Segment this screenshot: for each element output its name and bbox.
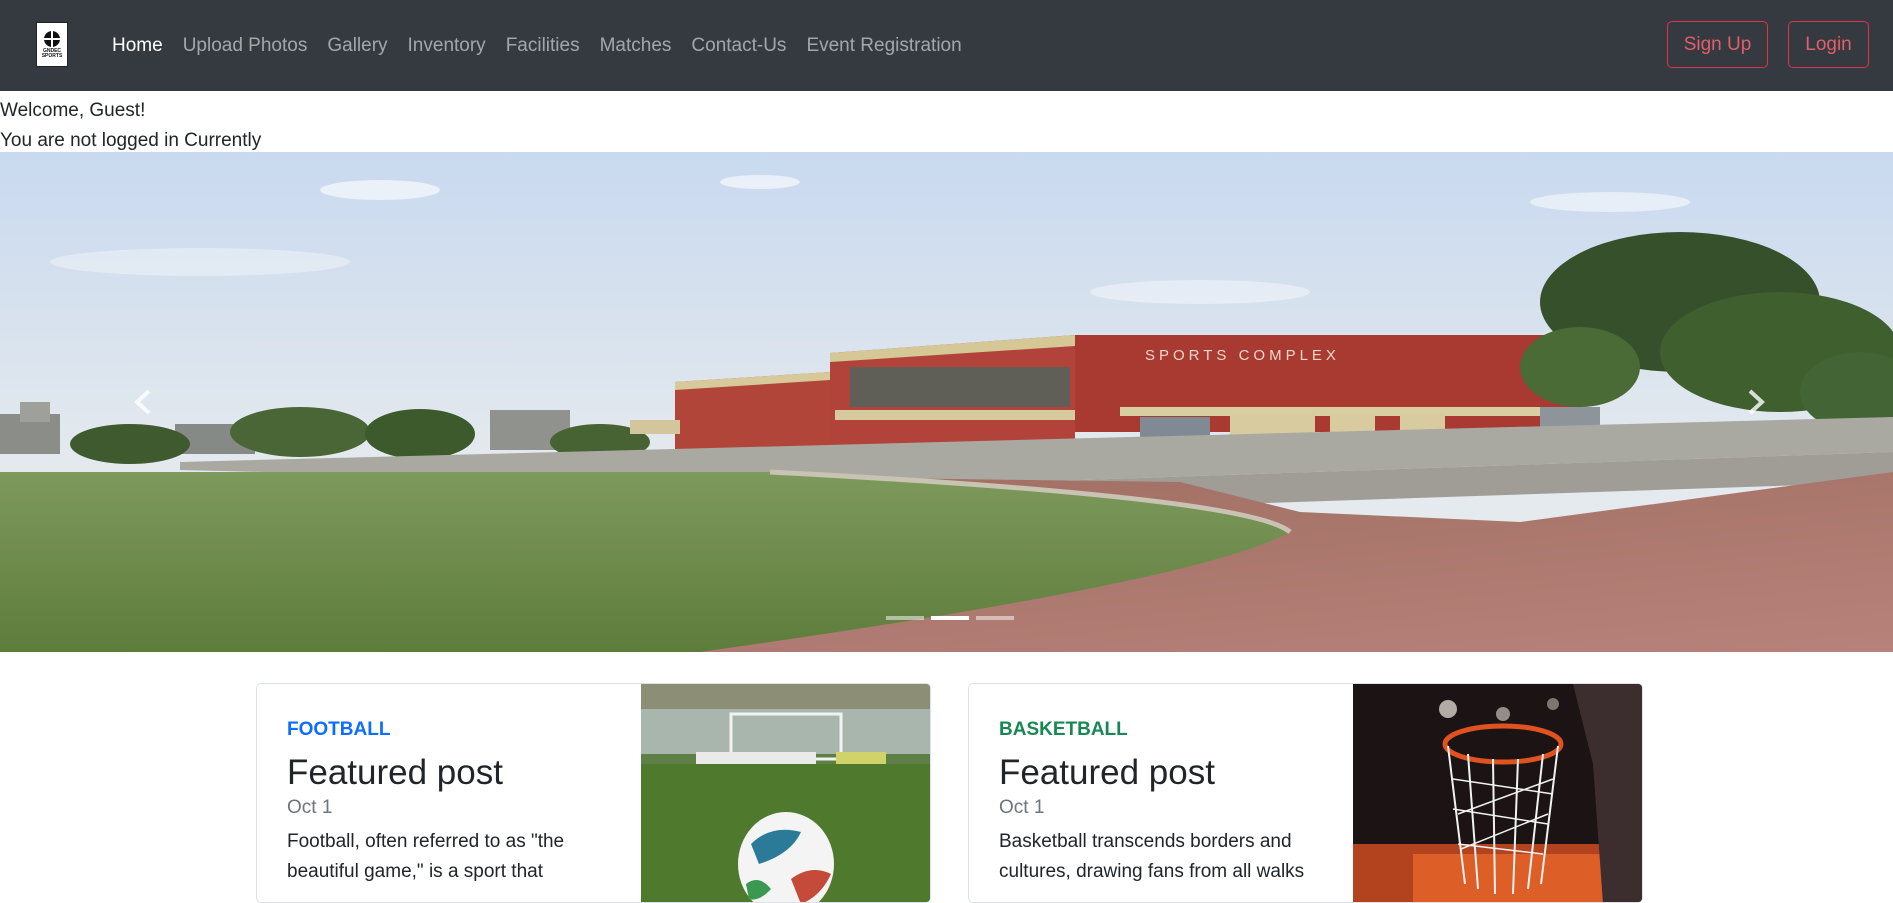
logo-text: GNDEC SPORTS [41,47,63,59]
nav-matches[interactable]: Matches [590,35,682,57]
nav-contact-us[interactable]: Contact-Us [681,35,796,57]
card-title: Featured post [287,753,503,792]
basketball-icon [44,30,60,47]
chevron-right-icon [1748,389,1765,415]
carousel-prev-button[interactable] [118,377,168,427]
carousel-indicator-2[interactable] [931,616,969,620]
nav-links: Home Upload Photos Gallery Inventory Fac… [112,0,972,91]
brand-logo[interactable]: GNDEC SPORTS [36,22,68,67]
card-text: Basketball transcends borders and cultur… [999,831,1305,882]
welcome-greeting: Welcome, Guest! [0,100,146,121]
nav-event-registration[interactable]: Event Registration [796,35,971,57]
hero-carousel: SPORTS COMPLEX [0,152,1893,652]
chevron-left-icon [134,389,151,415]
football-image [641,684,930,902]
building-sign: SPORTS COMPLEX [1145,347,1340,364]
card-body: BASKETBALL Featured post Oct 1 Basketbal… [999,719,1339,887]
card-date: Oct 1 [287,797,333,818]
featured-post-card[interactable]: BASKETBALL Featured post Oct 1 Basketbal… [968,683,1643,903]
nav-facilities[interactable]: Facilities [496,35,590,57]
sports-complex-image: SPORTS COMPLEX [0,152,1893,652]
carousel-indicator-3[interactable] [976,616,1014,620]
navbar: GNDEC SPORTS Home Upload Photos Gallery … [0,0,1893,91]
card-date: Oct 1 [999,797,1045,818]
card-category: FOOTBALL [287,719,391,740]
basketball-hoop-image [1353,684,1642,902]
carousel-indicators [886,616,1014,620]
nav-home[interactable]: Home [112,35,173,57]
nav-gallery[interactable]: Gallery [317,35,397,57]
welcome-message: Welcome, Guest! You are not logged in Cu… [0,96,261,156]
featured-post-card[interactable]: FOOTBALL Featured post Oct 1 Football, o… [256,683,931,903]
card-text: Football, often referred to as "the beau… [287,831,565,882]
nav-inventory[interactable]: Inventory [398,35,496,57]
signup-button[interactable]: Sign Up [1667,21,1768,68]
card-body: FOOTBALL Featured post Oct 1 Football, o… [287,719,627,887]
nav-upload-photos[interactable]: Upload Photos [173,35,318,57]
card-title: Featured post [999,753,1215,792]
carousel-next-button[interactable] [1731,377,1781,427]
card-category: BASKETBALL [999,719,1128,740]
login-button[interactable]: Login [1788,21,1869,68]
carousel-indicator-1[interactable] [886,616,924,620]
